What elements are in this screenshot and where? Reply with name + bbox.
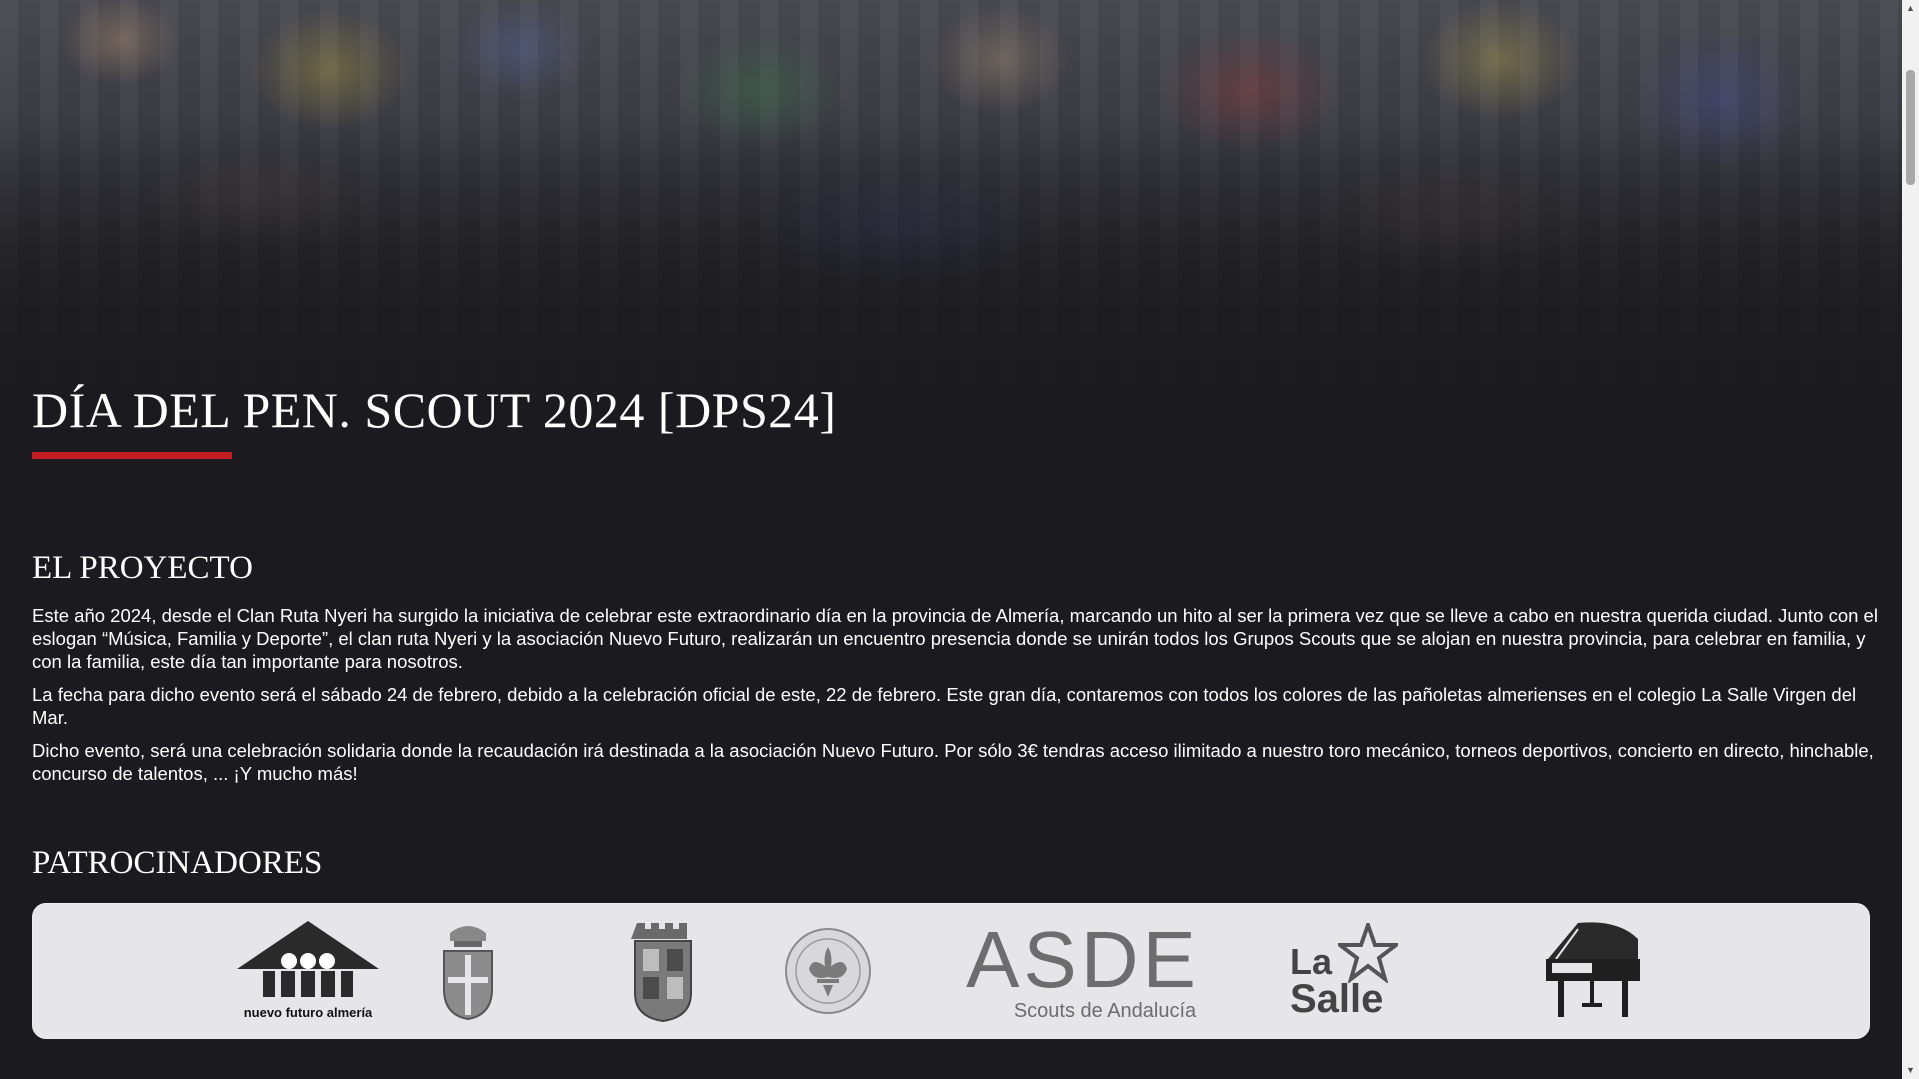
asde-subtitle: Scouts de Andalucía: [1013, 999, 1197, 1022]
la-salle-line-2: Salle: [1290, 977, 1384, 1021]
project-description: Este año 2024, desde el Clan Ruta Nyeri …: [32, 604, 1882, 795]
title-underline: [32, 452, 232, 459]
fleur-de-lis-seal-icon: [785, 928, 871, 1014]
project-paragraph-3: Dicho evento, será una celebración solid…: [32, 740, 1874, 784]
scroll-up-arrow-icon[interactable]: ▲: [1902, 0, 1919, 17]
nuevo-futuro-house-icon: nuevo futuro almería: [237, 921, 379, 1020]
project-paragraph-2: La fecha para dicho evento será el sábad…: [32, 684, 1857, 728]
project-paragraph-1: Este año 2024, desde el Clan Ruta Nyeri …: [32, 605, 1878, 672]
coat-of-arms-icon: [443, 926, 493, 1021]
asde-wordmark: ASDE: [966, 914, 1200, 1004]
asde-scouts-andalucia-logo[interactable]: ASDE Scouts de Andalucía: [963, 916, 1203, 1026]
project-heading: EL PROYECTO: [32, 550, 253, 586]
nuevo-futuro-logo[interactable]: nuevo futuro almería: [233, 916, 383, 1026]
scroll-down-arrow-icon[interactable]: ▼: [1902, 1062, 1919, 1079]
hero-banner-image: [0, 0, 1902, 400]
city-crest-icon: [631, 923, 692, 1023]
scroll-thumb[interactable]: [1906, 70, 1915, 185]
nuevo-futuro-caption: nuevo futuro almería: [244, 1005, 373, 1020]
page-scrollbar[interactable]: ▲ ▼: [1902, 0, 1919, 1079]
scout-seal-logo[interactable]: [783, 916, 873, 1026]
star-icon: [1338, 923, 1398, 983]
coat-of-arms-logo[interactable]: [433, 916, 503, 1026]
sponsors-logo-strip: nuevo futuro almería ASDE Scouts de Anda…: [32, 903, 1870, 1039]
sponsors-heading: PATROCINADORES: [32, 845, 323, 881]
la-salle-logo[interactable]: La Salle: [1283, 916, 1403, 1026]
grand-piano-icon: [1546, 922, 1640, 1017]
page-title: DÍA DEL PEN. SCOUT 2024 [DPS24]: [32, 382, 837, 438]
city-crest-logo[interactable]: [628, 916, 698, 1026]
main-content: DÍA DEL PEN. SCOUT 2024 [DPS24] EL PROYE…: [32, 380, 1878, 1039]
piano-school-logo[interactable]: [1538, 916, 1648, 1026]
